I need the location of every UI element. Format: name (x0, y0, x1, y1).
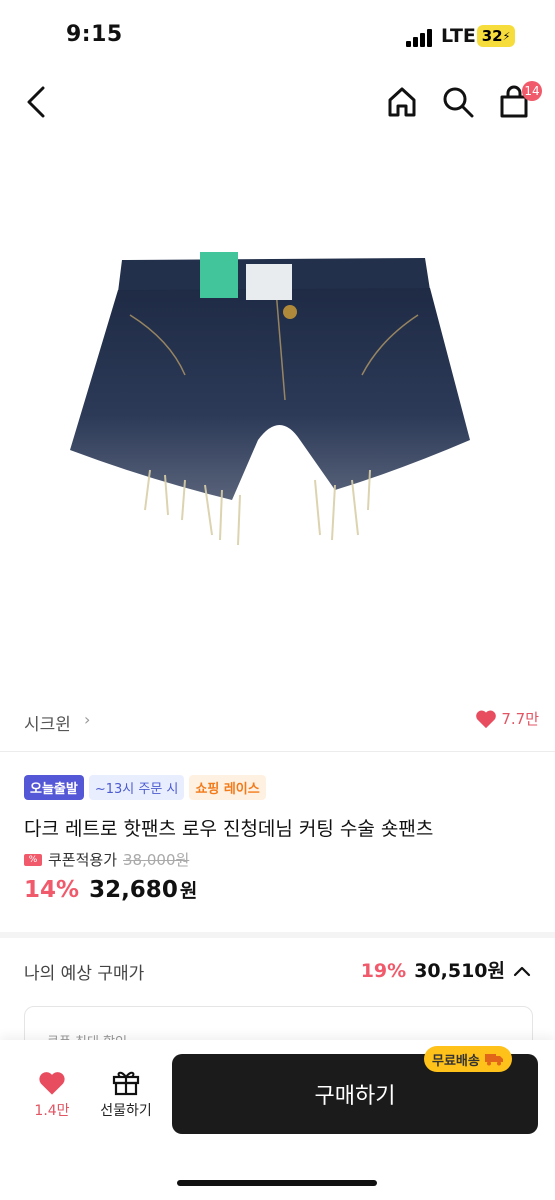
battery-level: 32 (481, 27, 503, 45)
cart-count-badge: 14 (522, 81, 542, 101)
home-indicator (177, 1180, 377, 1186)
original-price: 38,000원 (123, 851, 190, 869)
estimated-price-row[interactable]: 나의 예상 구매가 19% 30,510원 (24, 956, 531, 986)
top-nav (0, 72, 555, 132)
today-shipping-badge: 오늘출발 (24, 775, 84, 800)
coupon-icon: % (24, 853, 42, 866)
signal-icon (406, 29, 432, 47)
brand-row[interactable]: 시크윈 › 7.7만 (24, 708, 539, 738)
section-separator (0, 932, 555, 938)
coupon-price-row: % 쿠폰적용가 38,000원 (24, 849, 189, 870)
battery-indicator: 32 ⚡ (477, 25, 515, 47)
search-icon (443, 87, 474, 118)
status-bar: 9:15 LTE 32 ⚡ (0, 0, 555, 70)
home-button[interactable] (382, 82, 422, 122)
divider (0, 751, 555, 752)
heart-icon (476, 710, 497, 728)
shopping-race-badge: 쇼핑 레이스 (189, 775, 266, 800)
chevron-right-icon: › (84, 710, 91, 729)
free-shipping-label: 무료배송 (432, 1053, 480, 1069)
network-type: LTE (441, 25, 476, 47)
brand-like-count: 7.7만 (501, 710, 539, 728)
truck-icon (484, 1054, 503, 1066)
brand-name[interactable]: 시크윈 (24, 710, 71, 735)
status-time: 9:15 (66, 22, 123, 47)
estimate-value: 19% 30,510원 (361, 956, 531, 983)
price-unit: 원 (179, 880, 198, 902)
back-button[interactable] (16, 82, 56, 122)
price-row: 14% 32,680 원 (24, 876, 197, 903)
badge-row: 오늘출발 ~13시 주문 시 쇼핑 레이스 (24, 775, 266, 800)
gift-button[interactable]: 선물하기 (92, 1068, 160, 1120)
home-icon (388, 87, 416, 117)
gift-icon (112, 1071, 140, 1096)
chevron-left-icon (27, 86, 45, 118)
order-cutoff-badge: ~13시 주문 시 (88, 775, 185, 800)
product-image[interactable] (0, 140, 555, 690)
brand-like[interactable]: 7.7만 (475, 708, 539, 729)
chevron-up-icon[interactable] (513, 965, 531, 977)
free-shipping-badge: 무료배송 (424, 1046, 512, 1072)
sale-price: 32,680 (89, 877, 178, 903)
gift-label: 선물하기 (100, 1103, 152, 1119)
coupon-label: 쿠폰적용가 (48, 851, 118, 869)
like-count: 1.4만 (34, 1103, 70, 1119)
charging-icon: ⚡ (502, 29, 511, 43)
search-button[interactable] (438, 82, 478, 122)
heart-icon (39, 1072, 65, 1095)
estimate-label: 나의 예상 구매가 (24, 964, 145, 984)
estimate-price: 30,510원 (414, 960, 505, 982)
like-button[interactable]: 1.4만 (24, 1070, 80, 1120)
discount-rate: 14% (24, 877, 80, 903)
bottom-action-bar: 1.4만 선물하기 구매하기 무료배송 (0, 1040, 555, 1200)
product-title: 다크 레트로 핫팬츠 로우 진청데님 커팅 수술 숏팬츠 (24, 818, 434, 840)
estimate-discount: 19% (360, 960, 407, 982)
